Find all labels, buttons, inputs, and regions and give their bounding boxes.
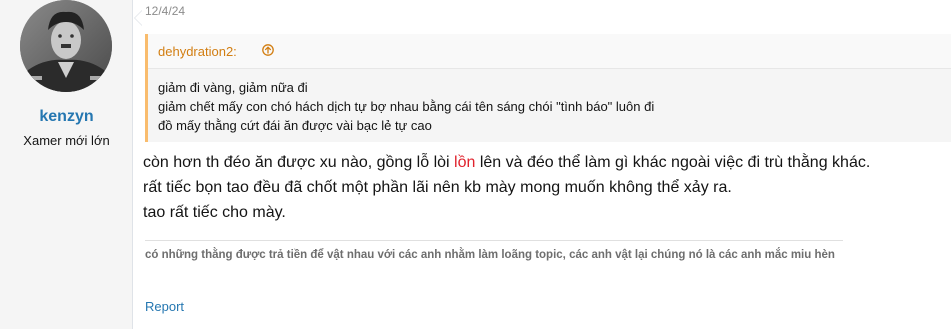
quote-header: dehydration2: xyxy=(148,34,951,69)
user-panel: kenzyn Xamer mới lớn xyxy=(0,0,133,329)
message-body: còn hơn th đéo ăn được xu nào, gồng lỗ l… xyxy=(143,150,870,225)
message-line: còn hơn th đéo ăn được xu nào, gồng lỗ l… xyxy=(143,150,870,175)
message-line: tao rất tiếc cho mày. xyxy=(143,204,286,221)
post-main: 12/4/24 dehydration2: giảm đi vàng, giảm… xyxy=(133,0,951,329)
quote-author[interactable]: dehydration2: xyxy=(158,44,237,59)
signature-divider xyxy=(145,240,843,241)
post-date[interactable]: 12/4/24 xyxy=(145,4,185,18)
username[interactable]: kenzyn xyxy=(0,108,133,126)
quote-line: đồ mấy thằng cứt đái ăn được vài bạc lẻ … xyxy=(158,118,432,133)
jump-to-quote-icon[interactable] xyxy=(262,43,274,56)
post-container: kenzyn Xamer mới lớn 12/4/24 dehydration… xyxy=(0,0,951,329)
quote-line: giảm đi vàng, giảm nữa đi xyxy=(158,80,308,95)
avatar-image xyxy=(20,0,112,92)
report-link[interactable]: Report xyxy=(145,299,184,314)
quote-block: dehydration2: giảm đi vàng, giảm nữa đi … xyxy=(145,34,951,142)
signature: có những thằng được trả tiền để vật nhau… xyxy=(145,249,835,261)
quote-body: giảm đi vàng, giảm nữa đi giảm chết mấy … xyxy=(158,78,654,135)
quote-line: giảm chết mấy con chó hách dịch tự bợ nh… xyxy=(158,99,655,114)
message-text: lên và đéo thể làm gì khác ngoài việc đi… xyxy=(475,154,871,171)
message-text: còn hơn th đéo ăn được xu nào, gồng lỗ l… xyxy=(143,154,455,171)
avatar[interactable] xyxy=(20,0,112,92)
message-line: rất tiếc bọn tao đều đã chốt một phần lã… xyxy=(143,179,732,196)
user-title: Xamer mới lớn xyxy=(23,133,110,148)
highlighted-word: lồn xyxy=(454,154,476,171)
